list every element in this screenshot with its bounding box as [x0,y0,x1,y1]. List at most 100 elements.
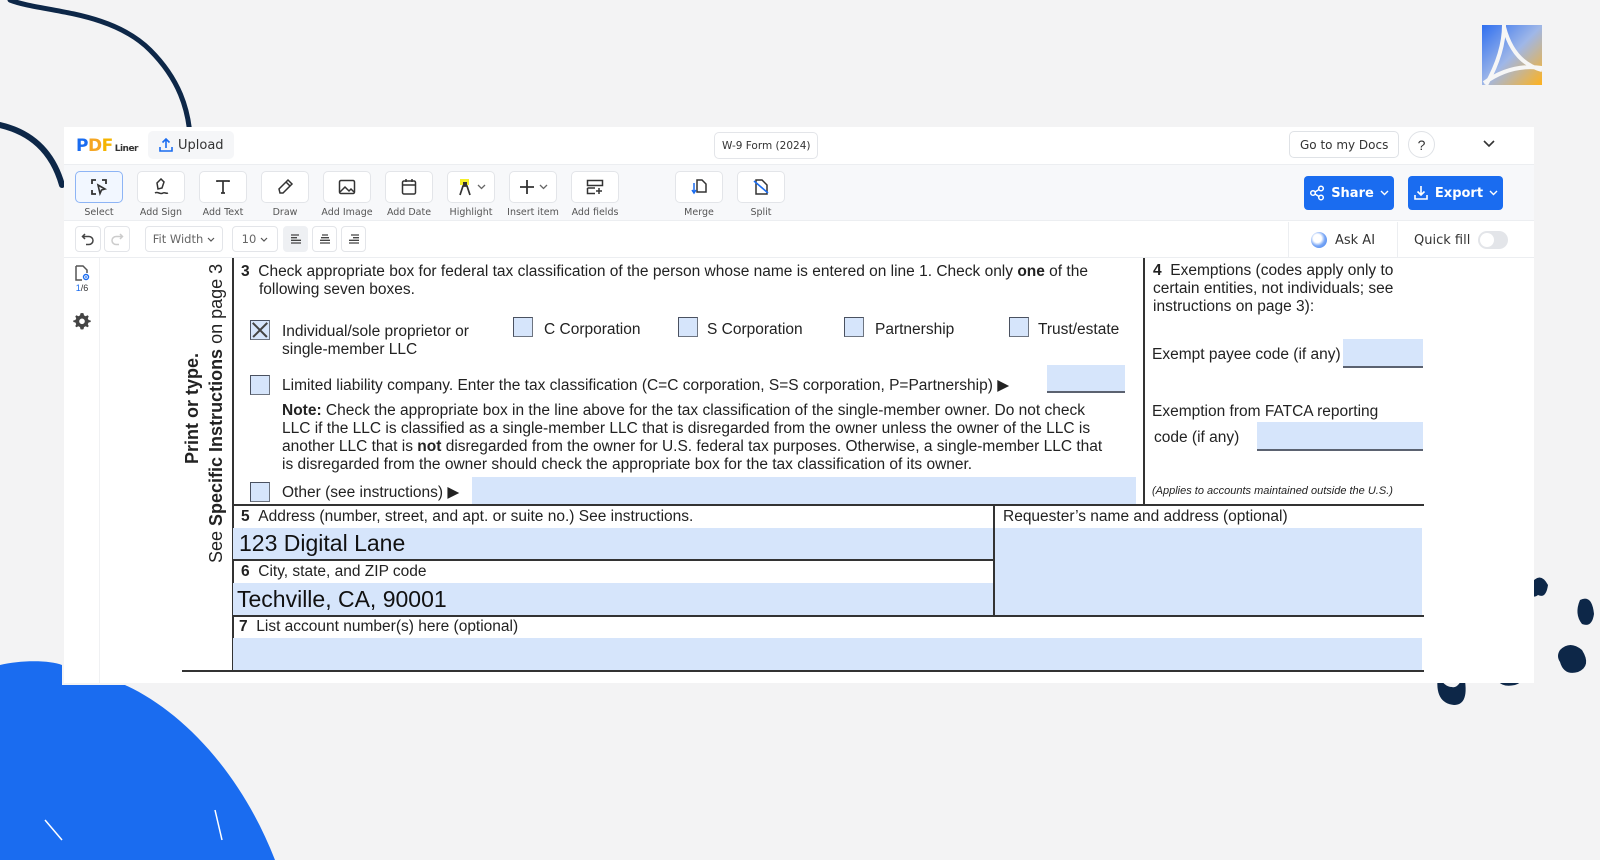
highlight-icon [458,179,471,196]
tool-add-text[interactable]: Add Text [199,171,247,218]
llc-classification-input[interactable] [1047,365,1125,393]
exempt-payee-input[interactable] [1343,339,1423,368]
tool-label: Add Sign [139,207,183,218]
other-input[interactable] [472,477,1136,504]
chevron-down-icon [477,184,485,190]
pdf-editor-window: P D F Liner Upload W-9 Form (2024) Go to… [64,127,1534,683]
document-title[interactable]: W-9 Form (2024) [714,132,819,159]
quick-fill-toggle[interactable] [1478,231,1509,249]
line7-top-border [232,615,1424,617]
settings-button[interactable] [64,312,100,330]
chevron-down-icon [539,184,547,190]
add-fields-icon [586,179,604,195]
note-line-4: is disregarded from the owner should che… [282,456,973,473]
tool-label: Draw [272,207,298,218]
tool-label: Add fields [571,207,619,218]
fatca-note: (Applies to accounts maintained outside … [1152,485,1393,497]
tool-merge[interactable]: Merge [675,171,723,218]
go-to-my-docs-button[interactable]: Go to my Docs [1289,131,1400,158]
share-label: Share [1331,185,1374,201]
city-state-zip-input[interactable]: Techville, CA, 90001 [233,583,993,615]
pdfliner-logo[interactable]: P D F Liner [76,136,139,156]
logo-letter-p: P [76,136,88,156]
pdf-app-logo-icon [1482,25,1542,85]
tool-label: Add Text [202,207,244,218]
line5-number: 5 [241,508,250,525]
note-line-1: Note: Check the appropriate box in the l… [282,402,1085,421]
tool-add-sign[interactable]: Add Sign [137,171,185,218]
font-size-select[interactable]: 10 [232,226,278,252]
export-button[interactable]: Export [1408,176,1503,210]
pen-icon [278,178,294,194]
tool-highlight[interactable]: Highlight [447,171,495,218]
option-partnership-label: Partnership [875,321,955,338]
pages-button[interactable]: 1/6 [64,264,100,293]
tool-add-date[interactable]: Add Date [385,171,433,218]
line5-text: Address (number, street, and apt. or sui… [258,508,694,525]
requester-input[interactable] [995,528,1422,615]
line6-label: 6 City, state, and ZIP code [241,563,427,582]
zoom-select[interactable]: Fit Width [145,226,223,252]
checkbox-other[interactable] [250,482,270,502]
checkbox-trust-estate[interactable] [1009,317,1029,337]
download-icon [1414,186,1428,200]
tool-split[interactable]: Split [737,171,785,218]
checkbox-c-corporation[interactable] [513,317,533,337]
line3-text-b: of the [1044,263,1088,280]
note-bold: Note: [282,402,322,419]
upload-button[interactable]: Upload [148,131,234,159]
option-trust-estate-label: Trust/estate [1038,321,1120,338]
chevron-down-icon [260,237,268,242]
line6-top-border [232,559,994,561]
line4-text-3: instructions on page 3): [1153,298,1315,315]
chevron-down-icon [207,237,215,242]
collapse-button[interactable] [1481,136,1497,152]
logo-liner-text: Liner [114,144,139,154]
tool-label: Highlight [449,207,493,218]
tool-insert-item[interactable]: Insert item [507,171,559,218]
align-left-button[interactable] [283,226,308,252]
checkbox-partnership[interactable] [844,317,864,337]
line3-header-cont: following seven boxes. [259,281,415,298]
split-icon [753,179,769,195]
align-right-icon [348,234,359,244]
form-bottom-border [182,670,1424,672]
account-numbers-input[interactable] [233,638,1422,670]
help-button[interactable]: ? [1408,131,1435,158]
line7-text: List account number(s) here (optional) [256,618,519,635]
line4-header: 4 Exemptions (codes apply only to [1153,262,1393,281]
upload-icon [159,137,173,152]
checkbox-s-corporation[interactable] [678,317,698,337]
share-button[interactable]: Share [1304,176,1394,210]
ai-orb-icon [1310,232,1327,248]
tool-add-image[interactable]: Add Image [321,171,373,218]
ask-ai-label: Ask AI [1334,232,1376,248]
calendar-icon [401,179,417,195]
line4-text-2: certain entities, not individuals; see [1153,280,1394,297]
align-left-icon [290,234,301,244]
checkbox-individual[interactable] [250,320,270,340]
align-right-button[interactable] [341,226,366,252]
tool-add-fields[interactable]: Add fields [571,171,619,218]
redo-button[interactable] [104,226,130,252]
checkbox-llc[interactable] [250,375,270,395]
undo-button[interactable] [75,226,101,252]
side-label-post: on page 3 [206,263,226,349]
other-label: Other (see instructions) ▶ [282,484,460,501]
text-icon [216,180,230,194]
line3-header: 3 Check appropriate box for federal tax … [241,263,1088,282]
gear-icon [73,313,91,330]
fatca-code-input[interactable] [1257,422,1423,451]
align-center-button[interactable] [312,226,337,252]
ask-ai-button[interactable]: Ask AI [1288,222,1398,258]
tool-draw[interactable]: Draw [261,171,309,218]
merge-icon [691,179,707,195]
line3-text-a: Check appropriate box for federal tax cl… [258,263,1018,280]
select-icon [91,179,108,196]
note-text-3-bold: not [417,438,442,455]
undo-icon [81,233,94,246]
address-input[interactable]: 123 Digital Lane [233,528,993,559]
side-label-bold: Specific Instructions [206,348,226,526]
tool-label: Add Image [321,207,373,218]
tool-select[interactable]: Select [75,171,123,218]
